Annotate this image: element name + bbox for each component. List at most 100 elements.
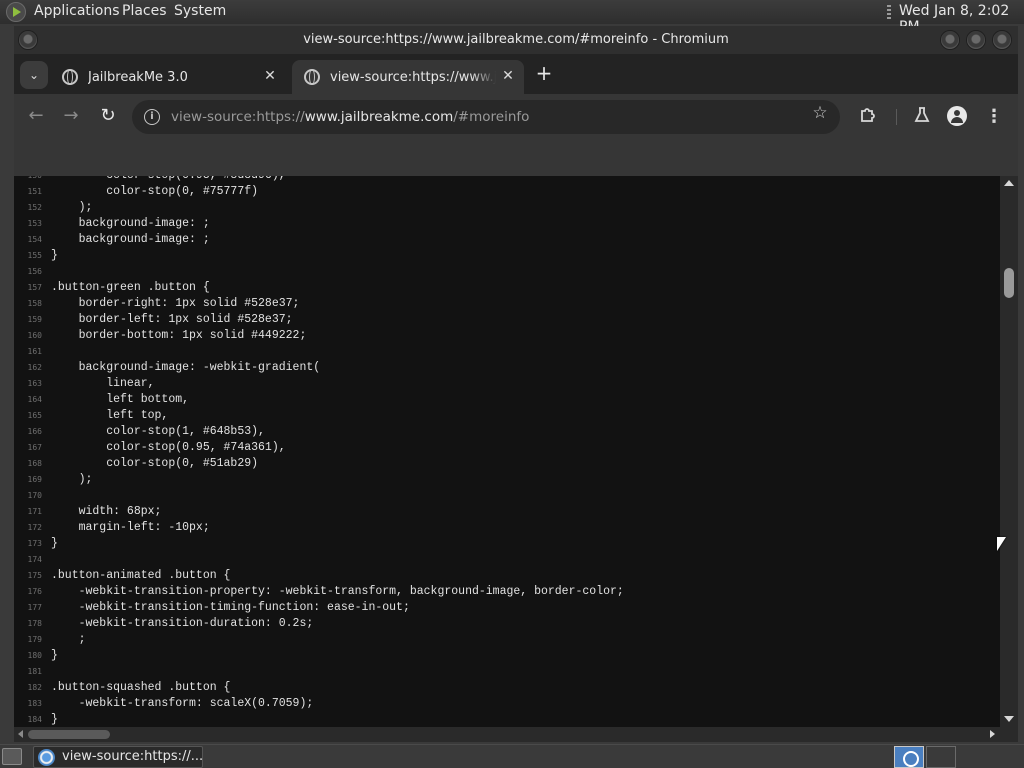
line-number[interactable]: 162 <box>14 360 42 376</box>
line-number[interactable]: 168 <box>14 456 42 472</box>
line-number[interactable]: 153 <box>14 216 42 232</box>
workspace-2[interactable] <box>926 746 956 768</box>
line-number[interactable]: 175 <box>14 568 42 584</box>
line-number[interactable]: 173 <box>14 536 42 552</box>
line-code: border-bottom: 1px solid #449222; <box>51 329 307 342</box>
close-tab-icon[interactable]: ✕ <box>500 68 516 84</box>
globe-icon <box>62 69 78 85</box>
line-number[interactable]: 154 <box>14 232 42 248</box>
source-line: 159 border-left: 1px solid #528e37; <box>14 312 1000 328</box>
line-number[interactable]: 181 <box>14 664 42 680</box>
toolbar: ← → ↻ i view-source:https://www.jailbrea… <box>14 94 1018 140</box>
line-number[interactable]: 172 <box>14 520 42 536</box>
tab-view-source[interactable]: view-source:https://www.jailbreakme.com/… <box>292 60 524 94</box>
line-number[interactable]: 167 <box>14 440 42 456</box>
source-line: 161 <box>14 344 1000 360</box>
places-menu[interactable]: Places <box>122 3 167 19</box>
close-window-button[interactable] <box>992 30 1012 50</box>
vertical-scroll-thumb[interactable] <box>1004 268 1014 298</box>
url-text[interactable]: view-source:https://www.jailbreakme.com/… <box>171 109 529 125</box>
line-number[interactable]: 178 <box>14 616 42 632</box>
line-number[interactable]: 157 <box>14 280 42 296</box>
scroll-right-arrow-icon[interactable] <box>990 730 995 738</box>
kebab-menu-icon[interactable]: ⋮ <box>983 106 1005 128</box>
source-line: 182 .button-squashed .button { <box>14 680 1000 696</box>
labs-flask-icon[interactable] <box>911 106 933 128</box>
horizontal-scroll-thumb[interactable] <box>28 730 110 739</box>
line-number[interactable]: 183 <box>14 696 42 712</box>
bookmark-star-icon[interactable]: ☆ <box>808 103 832 123</box>
show-desktop-icon[interactable] <box>2 748 22 765</box>
bookmarks-bar <box>14 140 1018 176</box>
forward-arrow-icon[interactable]: → <box>59 104 83 128</box>
source-line: 184} <box>14 712 1000 728</box>
line-number[interactable]: 165 <box>14 408 42 424</box>
distro-logo-icon[interactable] <box>6 2 26 22</box>
line-number[interactable]: 151 <box>14 184 42 200</box>
system-menu[interactable]: System <box>174 3 226 19</box>
address-bar[interactable]: i view-source:https://www.jailbreakme.co… <box>132 100 840 134</box>
source-line: 151 color-stop(0, #75777f) <box>14 184 1000 200</box>
extensions-puzzle-icon[interactable] <box>857 106 879 128</box>
tab-search-button[interactable]: ⌄ <box>20 61 48 89</box>
line-number[interactable]: 158 <box>14 296 42 312</box>
line-number[interactable]: 174 <box>14 552 42 568</box>
back-arrow-icon[interactable]: ← <box>24 104 48 128</box>
source-line: 173} <box>14 536 1000 552</box>
source-line: 153 background-image: ; <box>14 216 1000 232</box>
close-tab-icon[interactable]: ✕ <box>262 68 278 84</box>
line-number[interactable]: 166 <box>14 424 42 440</box>
vertical-scrollbar[interactable] <box>1000 176 1018 727</box>
line-number[interactable]: 171 <box>14 504 42 520</box>
line-number[interactable]: 164 <box>14 392 42 408</box>
scroll-corner <box>1000 727 1018 742</box>
line-number[interactable]: 169 <box>14 472 42 488</box>
line-number[interactable]: 156 <box>14 264 42 280</box>
line-number[interactable]: 160 <box>14 328 42 344</box>
new-tab-button[interactable]: + <box>533 62 555 84</box>
url-scheme: view-source:https:// <box>171 109 305 125</box>
line-code: border-right: 1px solid #528e37; <box>51 297 300 310</box>
line-number[interactable]: 152 <box>14 200 42 216</box>
horizontal-scrollbar[interactable] <box>14 727 1000 742</box>
line-code: color-stop(1, #648b53), <box>51 425 265 438</box>
source-line: 171 width: 68px; <box>14 504 1000 520</box>
maximize-button[interactable] <box>966 30 986 50</box>
line-number[interactable]: 159 <box>14 312 42 328</box>
source-line: 157 .button-green .button { <box>14 280 1000 296</box>
line-number[interactable]: 180 <box>14 648 42 664</box>
line-number[interactable]: 150 <box>14 176 42 184</box>
line-number[interactable]: 170 <box>14 488 42 504</box>
line-code: -webkit-transition-timing-function: ease… <box>51 601 410 614</box>
source-line: 163 linear, <box>14 376 1000 392</box>
applications-menu[interactable]: Applications <box>34 3 120 19</box>
source-code: 150 color-stop(0.95, #8d8d96),151 color-… <box>14 176 1000 728</box>
reload-icon[interactable]: ↻ <box>96 104 120 128</box>
source-line: 166 color-stop(1, #648b53), <box>14 424 1000 440</box>
source-line: 176 -webkit-transition-property: -webkit… <box>14 584 1000 600</box>
line-number[interactable]: 155 <box>14 248 42 264</box>
taskbar-window-button[interactable]: view-source:https://... <box>33 746 203 768</box>
minimize-button[interactable] <box>940 30 960 50</box>
workspace-1[interactable] <box>894 746 924 768</box>
info-icon[interactable]: i <box>144 109 160 125</box>
source-line: 178 -webkit-transition-duration: 0.2s; <box>14 616 1000 632</box>
line-code: width: 68px; <box>51 505 162 518</box>
profile-avatar-icon[interactable] <box>947 106 967 126</box>
tab-jailbreakme[interactable]: JailbreakMe 3.0 ✕ <box>50 60 286 94</box>
window-titlebar[interactable]: view-source:https://www.jailbreakme.com/… <box>14 26 1018 54</box>
line-number[interactable]: 163 <box>14 376 42 392</box>
line-number[interactable]: 177 <box>14 600 42 616</box>
line-number[interactable]: 182 <box>14 680 42 696</box>
scroll-down-arrow-icon[interactable] <box>1004 716 1014 722</box>
scroll-left-arrow-icon[interactable] <box>18 730 23 738</box>
scroll-up-arrow-icon[interactable] <box>1004 180 1014 186</box>
line-number[interactable]: 179 <box>14 632 42 648</box>
line-number[interactable]: 184 <box>14 712 42 728</box>
line-number[interactable]: 176 <box>14 584 42 600</box>
mouse-pointer-icon <box>997 537 1006 551</box>
source-line: 160 border-bottom: 1px solid #449222; <box>14 328 1000 344</box>
line-code: -webkit-transition-property: -webkit-tra… <box>51 585 624 598</box>
page-viewport[interactable]: 150 color-stop(0.95, #8d8d96),151 color-… <box>14 176 1018 742</box>
line-number[interactable]: 161 <box>14 344 42 360</box>
